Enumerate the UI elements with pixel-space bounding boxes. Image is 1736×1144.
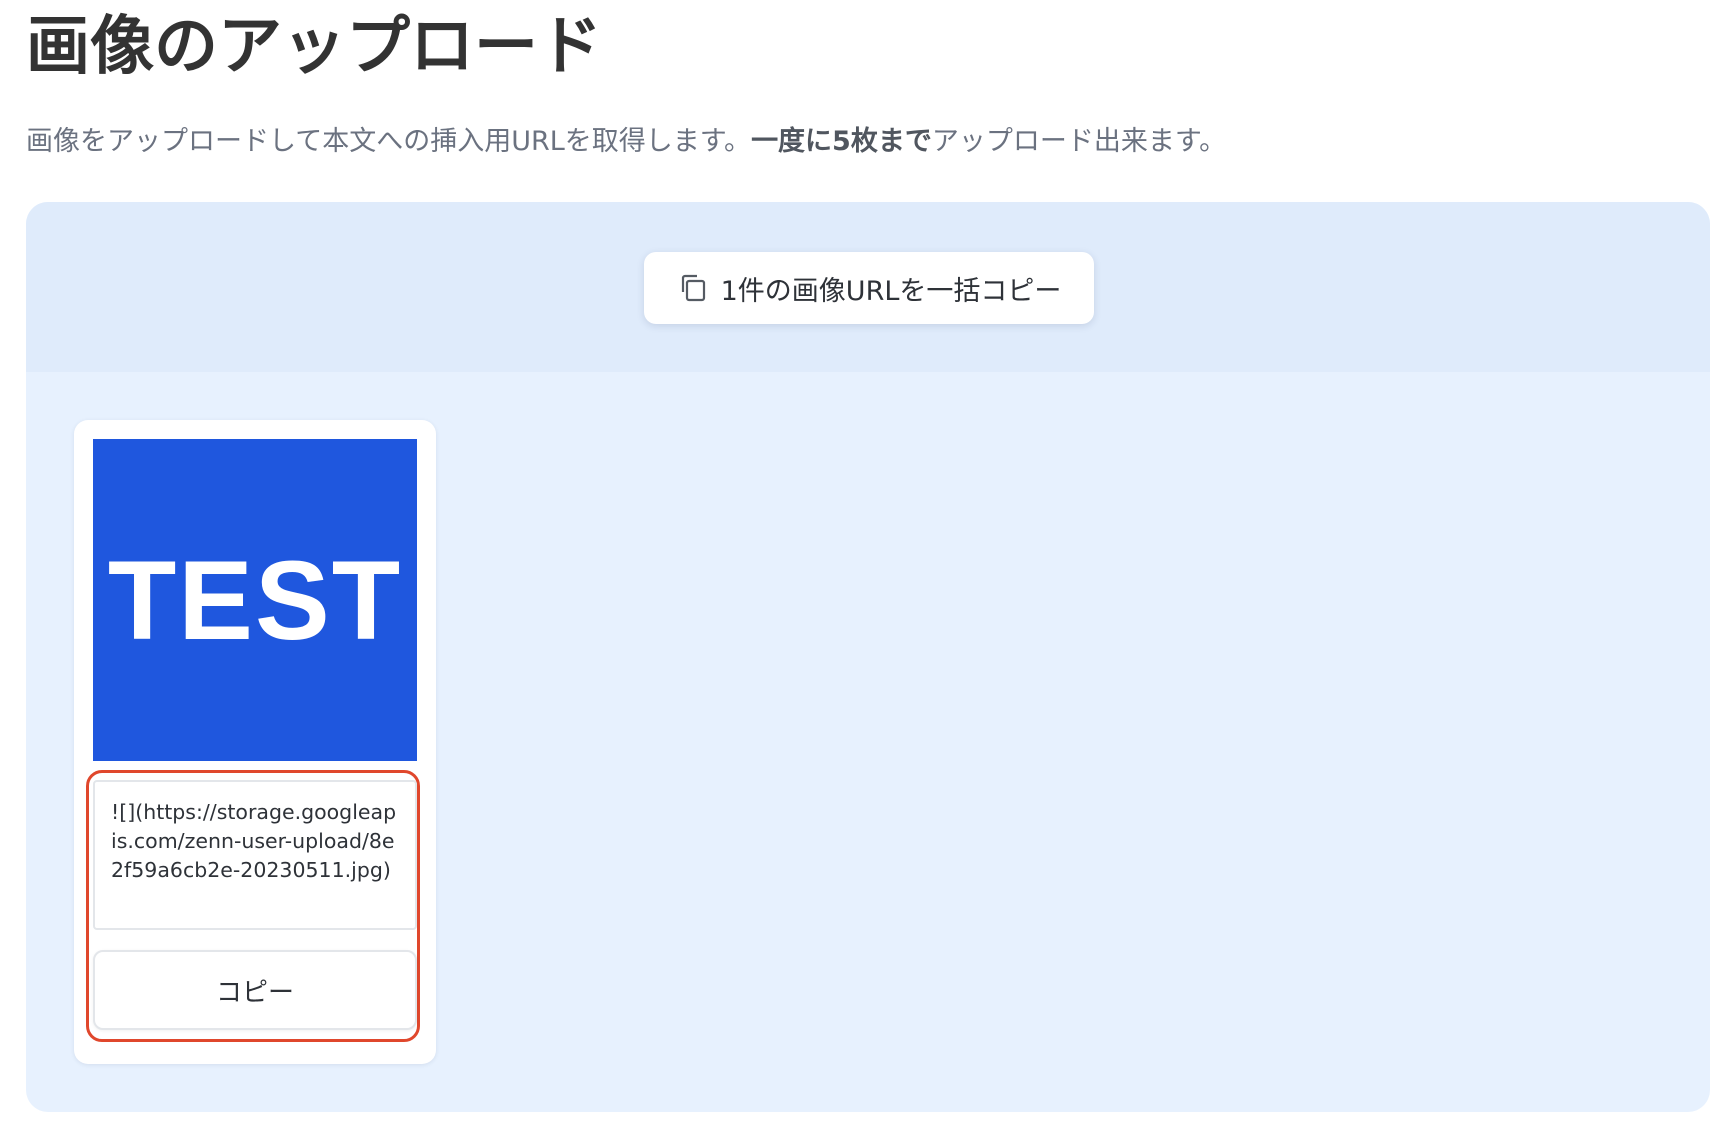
page-description: 画像をアップロードして本文への挿入用URLを取得します。一度に5枚までアップロー… <box>26 122 1226 162</box>
bulk-copy-label: 1件の画像URLを一括コピー <box>720 275 1062 307</box>
upload-panel-header: 1件の画像URLを一括コピー <box>26 202 1710 372</box>
image-url-textarea[interactable]: ![](https://storage.googleapis.com/zenn-… <box>93 780 417 930</box>
description-upload-limit: 一度に5枚まで <box>751 126 932 157</box>
page-title: 画像のアップロード <box>26 10 602 84</box>
thumbnail-text: TEST <box>107 537 403 663</box>
description-text: 画像をアップロードして本文への挿入用URLを取得します。 <box>26 126 752 157</box>
uploaded-image-card: TEST ![](https://storage.googleapis.com/… <box>74 420 436 1064</box>
image-thumbnail: TEST <box>93 439 417 761</box>
upload-panel: 1件の画像URLを一括コピー TEST ![](https://storage.… <box>26 202 1710 1112</box>
description-text-suffix: アップロード出来ます。 <box>931 126 1227 157</box>
copy-url-button[interactable]: コピー <box>93 950 417 1030</box>
copy-icon <box>677 272 709 304</box>
bulk-copy-button[interactable]: 1件の画像URLを一括コピー <box>644 252 1094 324</box>
